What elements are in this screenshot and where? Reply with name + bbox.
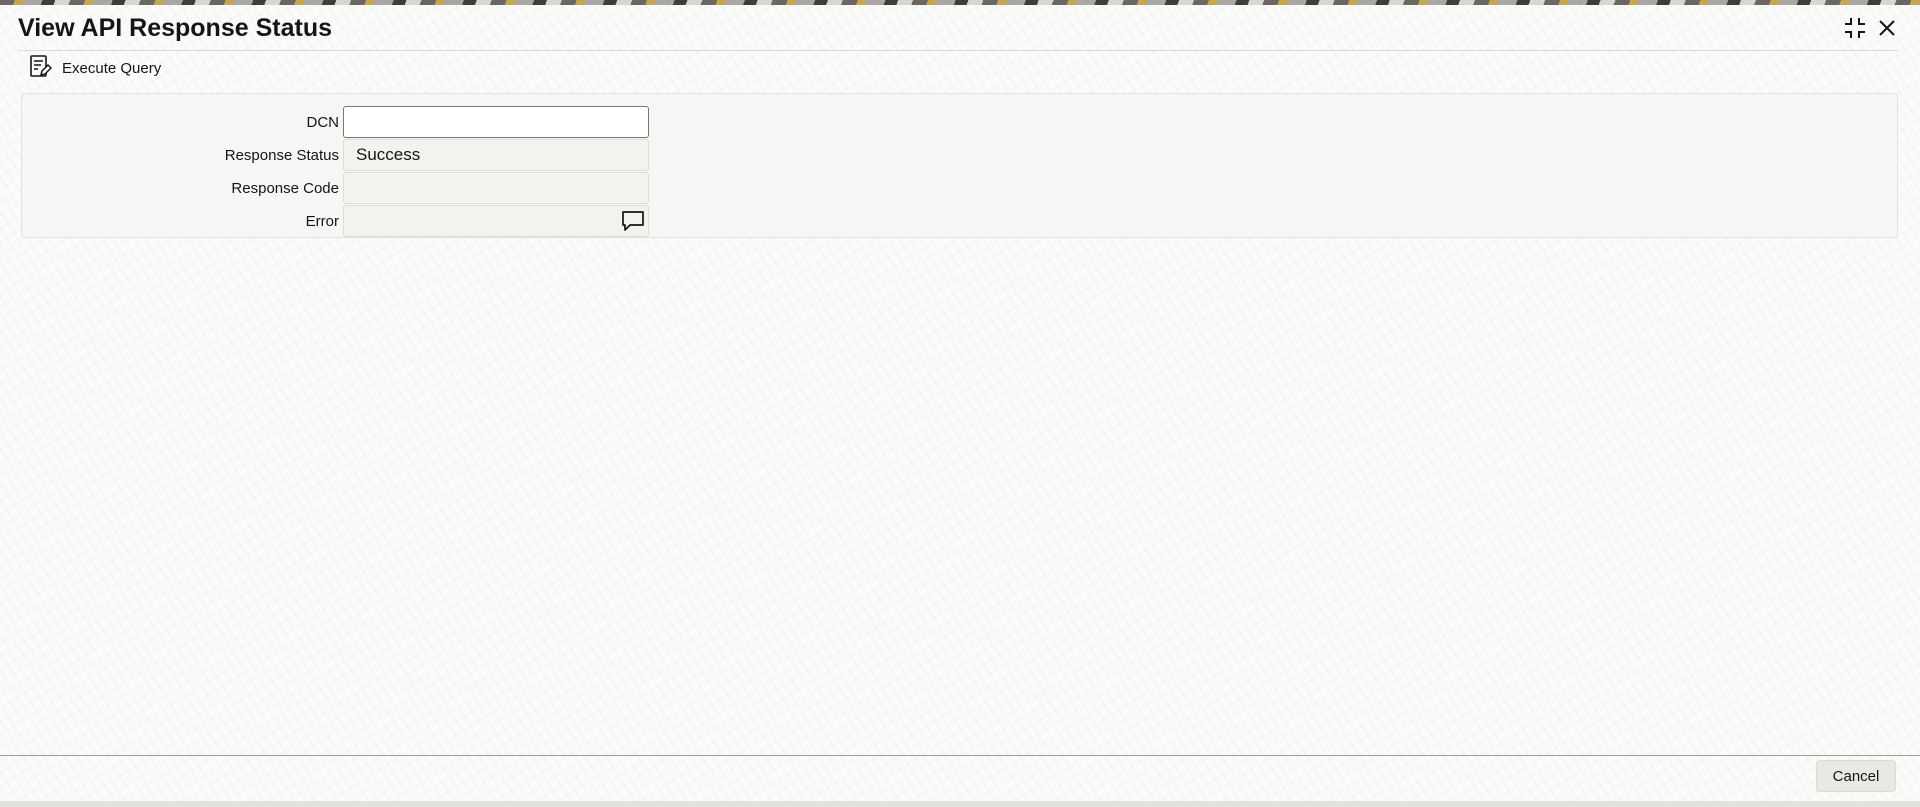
error-field — [343, 205, 649, 237]
response-code-field — [343, 172, 649, 204]
execute-query-label: Execute Query — [62, 59, 162, 77]
error-row: Error — [22, 205, 722, 237]
query-document-icon — [28, 54, 53, 83]
response-status-label: Response Status — [224, 147, 339, 164]
response-code-row: Response Code — [22, 172, 722, 204]
close-icon[interactable] — [1874, 15, 1900, 41]
dcn-row: DCN — [22, 106, 722, 138]
footer-divider — [0, 755, 1920, 756]
title-bar: View API Response Status — [0, 5, 1920, 50]
title-divider — [18, 50, 1898, 51]
dcn-label: DCN — [306, 114, 340, 131]
error-label: Error — [305, 213, 339, 230]
response-code-label: Response Code — [231, 180, 339, 197]
query-form-panel: DCN Response Status Success Response Cod… — [21, 93, 1898, 238]
response-status-row: Response Status Success — [22, 139, 722, 171]
bottom-edge-strip — [0, 801, 1920, 807]
message-bubble-icon[interactable] — [620, 208, 646, 234]
dcn-input[interactable] — [343, 106, 649, 138]
response-status-field: Success — [343, 139, 649, 171]
cancel-button[interactable]: Cancel — [1816, 760, 1896, 792]
collapse-arrows-icon[interactable] — [1842, 15, 1868, 41]
execute-query-button[interactable]: Execute Query — [28, 54, 161, 82]
page-title: View API Response Status — [18, 14, 332, 42]
